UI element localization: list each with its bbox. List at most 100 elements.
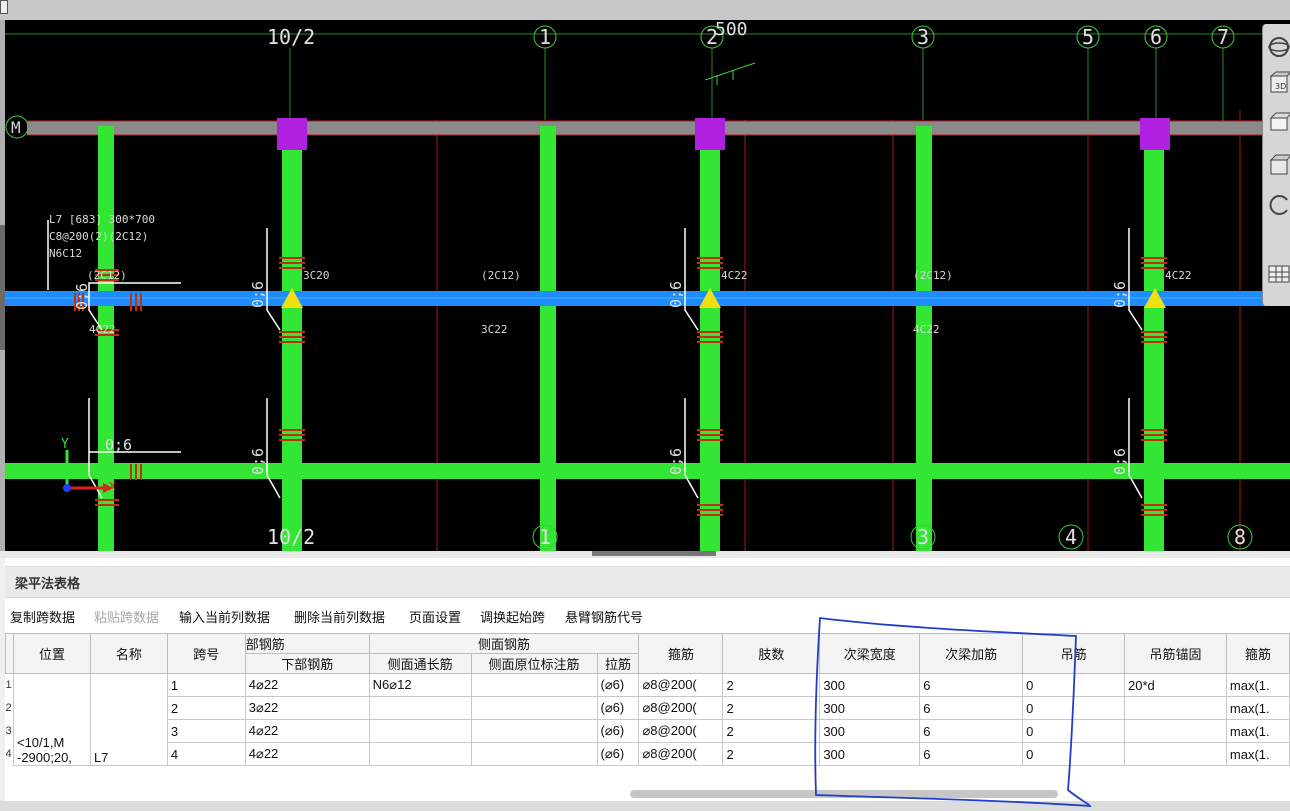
- hanger-anchor-cell[interactable]: [1124, 696, 1227, 720]
- table-row[interactable]: 4 4 4⌀22 (⌀6) ⌀8@200( 2 300 6 0 max(1.: [5, 742, 1290, 766]
- secondary-add-cell[interactable]: 6: [919, 696, 1024, 720]
- bottom-rebar-cell[interactable]: 3⌀22: [244, 696, 370, 720]
- side-original-cell[interactable]: [470, 696, 598, 720]
- stirrup-cell[interactable]: ⌀8@200(: [638, 673, 724, 697]
- stirrup-cell[interactable]: ⌀8@200(: [638, 719, 724, 743]
- header-bottom-rebar[interactable]: 下部钢筋: [244, 653, 370, 674]
- row-number: 2: [5, 696, 14, 720]
- header-tie[interactable]: 拉筋: [596, 653, 640, 674]
- grid-view-icon[interactable]: [1267, 260, 1290, 286]
- row-number-header: [5, 633, 14, 674]
- bottom-axis-label: 4: [1065, 525, 1077, 549]
- top-axis-label: 10/2: [267, 25, 315, 49]
- header-stirrup[interactable]: 箍筋: [638, 633, 724, 674]
- ucs-x-label: X: [109, 480, 116, 493]
- hanger-cell[interactable]: 0: [1022, 719, 1126, 743]
- horizontal-scrollbar[interactable]: [630, 790, 1058, 798]
- table-row[interactable]: 1 <10/1,M -2900;20, L7 1 4⌀22 N6⌀12 (⌀6)…: [5, 673, 1290, 766]
- legs-cell[interactable]: 2: [722, 696, 821, 720]
- legs-cell[interactable]: 2: [722, 742, 821, 766]
- stirrup-cell[interactable]: ⌀8@200(: [638, 696, 724, 720]
- secondary-add-cell[interactable]: 6: [919, 673, 1024, 697]
- tie-cell[interactable]: (⌀6): [596, 696, 640, 720]
- cantilever-code-button[interactable]: 悬臂钢筋代号: [565, 607, 643, 626]
- header-side-original[interactable]: 侧面原位标注筋: [470, 653, 598, 674]
- legs-cell[interactable]: 2: [722, 673, 821, 697]
- side-long-cell[interactable]: [368, 696, 472, 720]
- hanger-anchor-cell[interactable]: 20*d: [1124, 673, 1227, 697]
- tie-cell[interactable]: (⌀6): [596, 719, 640, 743]
- header-bottom-group[interactable]: 部钢筋: [244, 633, 370, 654]
- swap-start-span-button[interactable]: 调换起始跨: [480, 607, 545, 626]
- 3d-view-icon[interactable]: 3D: [1267, 70, 1290, 96]
- header-stirrup-more[interactable]: 箍筋: [1225, 633, 1290, 674]
- span-cell[interactable]: 3: [166, 719, 246, 743]
- copy-span-button[interactable]: 复制跨数据: [10, 607, 75, 626]
- secondary-width-cell[interactable]: 300: [819, 696, 921, 720]
- table-row[interactable]: 2 2 3⌀22 (⌀6) ⌀8@200( 2 300 6 0 max(1.: [5, 696, 1290, 720]
- header-position[interactable]: 位置: [12, 633, 91, 674]
- rotate-icon[interactable]: [1267, 192, 1290, 218]
- header-span[interactable]: 跨号: [166, 633, 246, 674]
- side-original-cell[interactable]: [470, 742, 598, 766]
- hanger-cell[interactable]: 0: [1022, 696, 1126, 720]
- delete-column-button[interactable]: 删除当前列数据: [294, 607, 385, 626]
- header-legs[interactable]: 肢数: [722, 633, 821, 674]
- header-secondary-add[interactable]: 次梁加筋: [919, 633, 1024, 674]
- tie-cell[interactable]: (⌀6): [596, 673, 640, 697]
- lower-beam: [5, 463, 1290, 479]
- orbit-icon[interactable]: [1267, 34, 1290, 60]
- page-setup-button[interactable]: 页面设置: [409, 607, 461, 626]
- support-code: 0;6: [1111, 281, 1129, 308]
- bottom-rebar-cell[interactable]: 4⌀22: [244, 673, 370, 697]
- menu-corner-box[interactable]: [0, 0, 8, 14]
- header-hanger-anchor[interactable]: 吊筋锚固: [1124, 633, 1227, 674]
- tie-cell[interactable]: (⌀6): [596, 742, 640, 766]
- secondary-width-cell[interactable]: 300: [819, 742, 921, 766]
- secondary-add-cell[interactable]: 6: [919, 719, 1024, 743]
- hanger-anchor-cell[interactable]: [1124, 719, 1227, 743]
- support-code: 0;6: [105, 436, 132, 454]
- stirrup-more-cell[interactable]: max(1.: [1225, 696, 1290, 720]
- side-original-cell[interactable]: [470, 719, 598, 743]
- bottom-rebar-cell[interactable]: 4⌀22: [244, 742, 370, 766]
- position-cell[interactable]: <10/1,M -2900;20,: [12, 673, 91, 766]
- support-code: 0;6: [1111, 448, 1129, 475]
- side-long-cell[interactable]: [368, 742, 472, 766]
- stirrup-more-cell[interactable]: max(1.: [1225, 719, 1290, 743]
- side-long-cell[interactable]: [368, 719, 472, 743]
- front-view-icon[interactable]: [1267, 152, 1290, 178]
- span-cell[interactable]: 4: [166, 742, 246, 766]
- stirrup-more-cell[interactable]: max(1.: [1225, 673, 1290, 697]
- panel-splitter[interactable]: [0, 551, 1290, 558]
- support-code: 0;6: [249, 281, 267, 308]
- bottom-rebar-cell[interactable]: 4⌀22: [244, 719, 370, 743]
- side-original-cell[interactable]: [470, 673, 598, 697]
- header-secondary-width[interactable]: 次梁宽度: [819, 633, 921, 674]
- secondary-width-cell[interactable]: 300: [819, 673, 921, 697]
- span-cell[interactable]: 2: [166, 696, 246, 720]
- top-view-icon[interactable]: [1267, 110, 1290, 136]
- row-number: 3: [5, 719, 14, 743]
- header-name[interactable]: 名称: [89, 633, 168, 674]
- stirrup-cell[interactable]: ⌀8@200(: [638, 742, 724, 766]
- hanger-cell[interactable]: 0: [1022, 673, 1126, 697]
- span-cell[interactable]: 1: [166, 673, 246, 697]
- input-column-button[interactable]: 输入当前列数据: [179, 607, 270, 626]
- legs-cell[interactable]: 2: [722, 719, 821, 743]
- position-line: <10/1,M: [16, 735, 65, 750]
- name-cell[interactable]: L7: [89, 673, 168, 766]
- header-side-long[interactable]: 侧面通长筋: [368, 653, 472, 674]
- cad-canvas[interactable]: M 10/2 1 2 3 5 6 7 500 10/2 1 3 4 8 L7 […: [5, 20, 1290, 551]
- table-row[interactable]: 3 3 4⌀22 (⌀6) ⌀8@200( 2 300 6 0 max(1.: [5, 719, 1290, 743]
- hanger-cell[interactable]: 0: [1022, 742, 1126, 766]
- splitter-grip[interactable]: [592, 551, 716, 556]
- header-side-group[interactable]: 侧面钢筋: [368, 633, 640, 654]
- stirrup-more-cell[interactable]: max(1.: [1225, 742, 1290, 766]
- hanger-anchor-cell[interactable]: [1124, 742, 1227, 766]
- secondary-add-cell[interactable]: 6: [919, 742, 1024, 766]
- header-hanger[interactable]: 吊筋: [1022, 633, 1126, 674]
- side-long-cell[interactable]: N6⌀12: [368, 673, 472, 697]
- secondary-width-cell[interactable]: 300: [819, 719, 921, 743]
- paste-span-button[interactable]: 粘贴跨数据: [94, 607, 159, 626]
